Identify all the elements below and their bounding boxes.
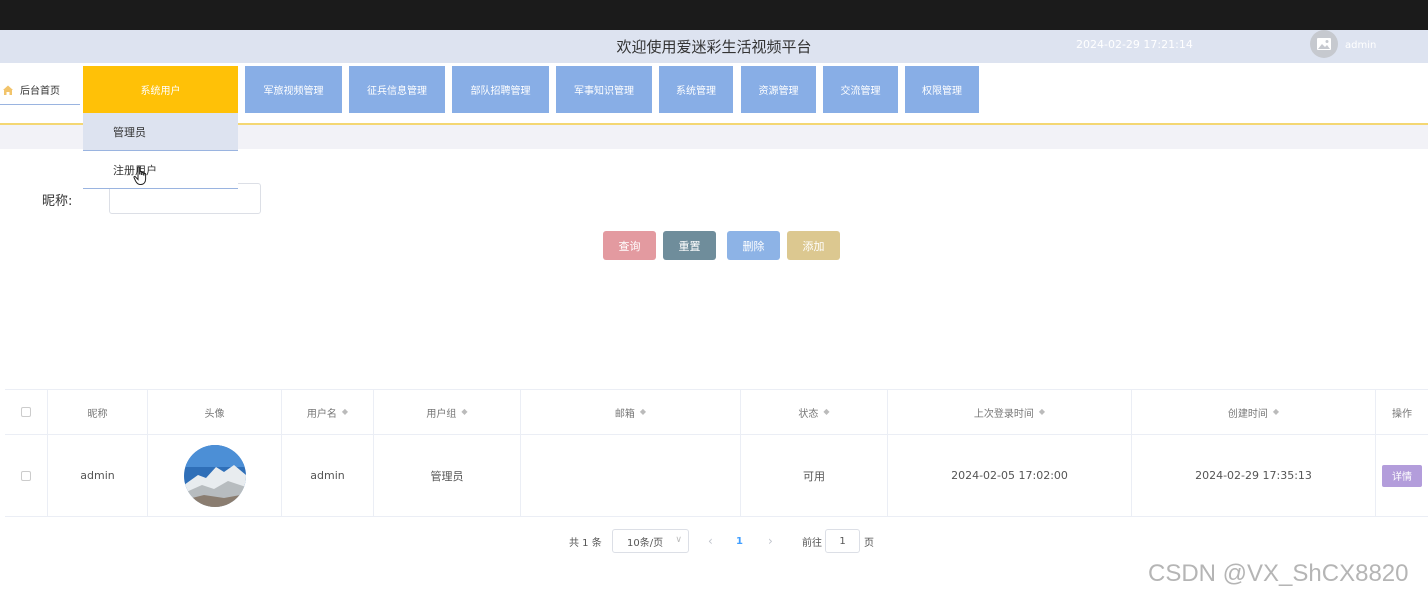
col-status[interactable]: 状态 ◆ <box>741 390 888 434</box>
user-table: 昵称 头像 用户名 ◆ 用户组 ◆ 邮箱 ◆ 状态 ◆ 上次登录时间 ◆ 创建时间 ◆ 操作… <box>5 389 1428 517</box>
prev-page-icon[interactable]: ‹ <box>708 529 713 553</box>
col-username[interactable]: 用户名 ◆ <box>282 390 374 434</box>
col-group[interactable]: 用户组 ◆ <box>374 390 521 434</box>
header-username[interactable]: admin <box>1345 40 1376 51</box>
nav-item-army-hiring[interactable]: 部队招聘管理 <box>452 66 549 113</box>
hand-cursor-icon <box>133 166 147 185</box>
table-row: admin admin 管理员 可用 2024-02-05 17:02:00 2… <box>5 435 1428 517</box>
nav-home[interactable]: 后台首页 <box>0 75 80 105</box>
goto-page-input[interactable] <box>825 529 860 553</box>
nickname-label: 昵称: <box>42 194 73 209</box>
detail-button[interactable]: 详情 <box>1382 464 1422 487</box>
select-all-checkbox[interactable] <box>21 407 31 417</box>
nav-item-resource-manage[interactable]: 资源管理 <box>741 66 816 113</box>
watermark: CSDN @VX_ShCX8820 <box>1148 560 1409 587</box>
cell-actions: 详情 <box>1376 435 1428 516</box>
nav-item-system-manage[interactable]: 系统管理 <box>659 66 733 113</box>
delete-button[interactable]: 删除 <box>727 231 780 260</box>
pagination-total: 共 1 条 <box>569 537 602 549</box>
cell-avatar <box>148 435 282 516</box>
page-unit-label: 页 <box>864 537 874 549</box>
col-actions: 操作 <box>1392 408 1412 420</box>
query-button[interactable]: 查询 <box>603 231 656 260</box>
cell-nickname: admin <box>48 435 148 516</box>
nav-item-system-users[interactable]: 系统用户 <box>83 66 238 113</box>
page-size-value: 10条/页 <box>627 537 664 549</box>
cell-created: 2024-02-29 17:35:13 <box>1132 435 1376 516</box>
system-users-dropdown: 管理员 注册用户 <box>83 113 238 189</box>
nav-item-permission-manage[interactable]: 权限管理 <box>905 66 979 113</box>
nav-item-military-video[interactable]: 军旅视频管理 <box>245 66 342 113</box>
next-page-icon[interactable]: › <box>768 529 773 553</box>
cell-group: 管理员 <box>374 435 521 516</box>
col-created[interactable]: 创建时间 ◆ <box>1132 390 1376 434</box>
col-nickname: 昵称 <box>48 390 148 434</box>
table-header-row: 昵称 头像 用户名 ◆ 用户组 ◆ 邮箱 ◆ 状态 ◆ 上次登录时间 ◆ 创建时间 ◆ 操作 <box>5 390 1428 435</box>
page-title: 欢迎使用爱迷彩生活视频平台 <box>616 38 812 56</box>
nav-item-recruitment-info[interactable]: 征兵信息管理 <box>349 66 445 113</box>
pagination: 共 1 条 10条/页 ∨ ‹ 1 › 前往 页 <box>0 529 1428 553</box>
select-all-cell <box>5 390 48 434</box>
window-top-bar <box>0 0 1428 30</box>
goto-label: 前往 <box>802 537 822 549</box>
home-icon <box>3 85 13 95</box>
cell-username: admin <box>282 435 374 516</box>
dropdown-item-registered-user[interactable]: 注册用户 <box>83 151 238 189</box>
cell-email <box>521 435 741 516</box>
page-size-select[interactable]: 10条/页 ∨ <box>612 529 689 553</box>
avatar-image <box>183 444 246 507</box>
row-checkbox[interactable] <box>21 470 31 481</box>
nav-item-exchange-manage[interactable]: 交流管理 <box>823 66 898 113</box>
current-page[interactable]: 1 <box>736 529 743 553</box>
dropdown-item-admin[interactable]: 管理员 <box>83 113 238 151</box>
sort-icon[interactable]: ◆ <box>823 408 829 416</box>
sort-icon[interactable]: ◆ <box>461 408 467 416</box>
image-icon <box>1317 38 1331 50</box>
app-header: 欢迎使用爱迷彩生活视频平台 2024-02-29 17:21:14 admin <box>0 30 1428 63</box>
header-datetime: 2024-02-29 17:21:14 <box>1076 38 1193 51</box>
add-button[interactable]: 添加 <box>787 231 840 260</box>
reset-button[interactable]: 重置 <box>663 231 716 260</box>
cell-status: 可用 <box>741 435 888 516</box>
chevron-down-icon: ∨ <box>675 535 682 545</box>
sort-icon[interactable]: ◆ <box>640 408 646 416</box>
sort-icon[interactable]: ◆ <box>342 408 348 416</box>
nav-home-label: 后台首页 <box>20 86 60 97</box>
row-select-cell <box>5 435 48 516</box>
col-avatar: 头像 <box>148 390 282 434</box>
col-last-login[interactable]: 上次登录时间 ◆ <box>888 390 1132 434</box>
nav-item-military-knowledge[interactable]: 军事知识管理 <box>556 66 652 113</box>
sort-icon[interactable]: ◆ <box>1273 408 1279 416</box>
col-email[interactable]: 邮箱 ◆ <box>521 390 741 434</box>
user-avatar[interactable] <box>1310 30 1338 58</box>
sort-icon[interactable]: ◆ <box>1039 408 1045 416</box>
cell-last-login: 2024-02-05 17:02:00 <box>888 435 1132 516</box>
